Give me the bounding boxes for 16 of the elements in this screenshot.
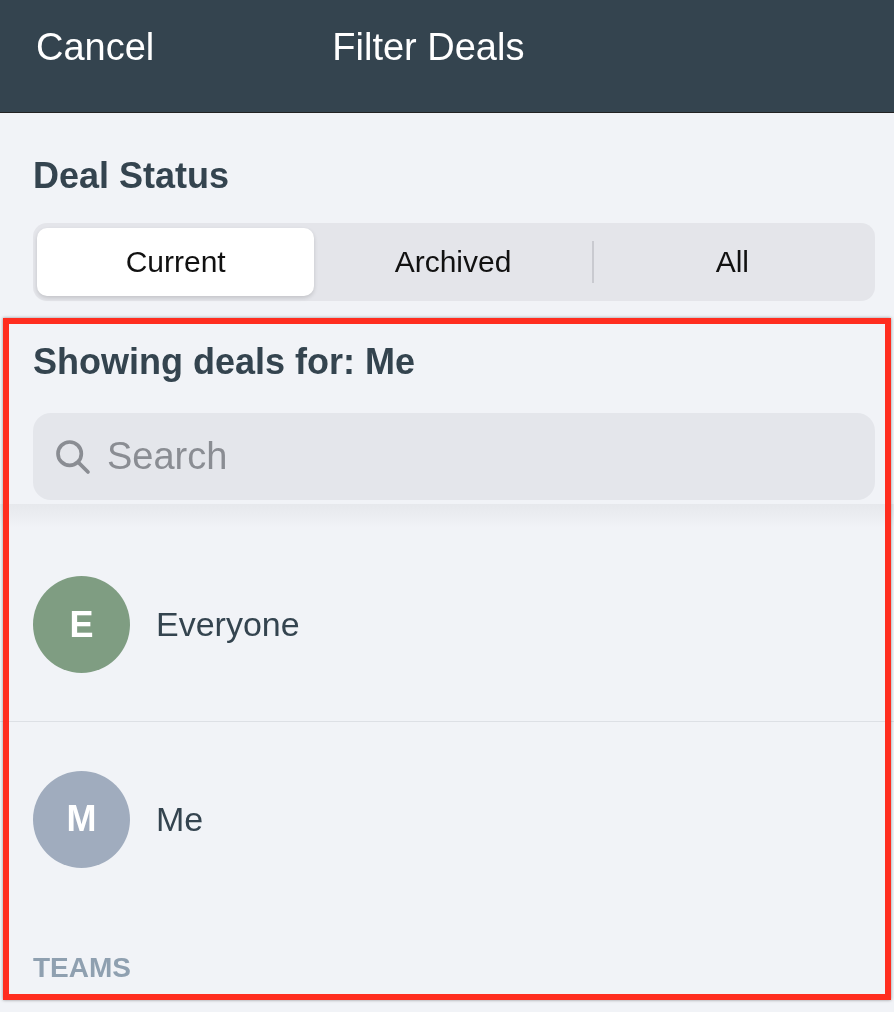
segment-tab[interactable]: Current (37, 228, 315, 296)
search-icon (53, 437, 93, 477)
person-row[interactable]: M Me (0, 722, 894, 916)
person-name: Me (156, 799, 204, 839)
person-name: Everyone (156, 605, 300, 644)
avatar: M (33, 770, 130, 868)
segment-tab[interactable]: All (593, 228, 871, 296)
section-heading: Deal Status (33, 155, 231, 197)
avatar: E (33, 576, 130, 673)
screen-title: Filter Deals (332, 25, 525, 69)
segment-tab[interactable]: Archived (314, 228, 592, 296)
section-label: TEAMS (33, 952, 132, 984)
person-row[interactable]: E Everyone (0, 528, 894, 722)
section-heading: Showing deals for: Me (33, 341, 417, 383)
search-field[interactable]: Search (33, 413, 875, 500)
cancel-button[interactable]: Cancel (36, 25, 155, 69)
